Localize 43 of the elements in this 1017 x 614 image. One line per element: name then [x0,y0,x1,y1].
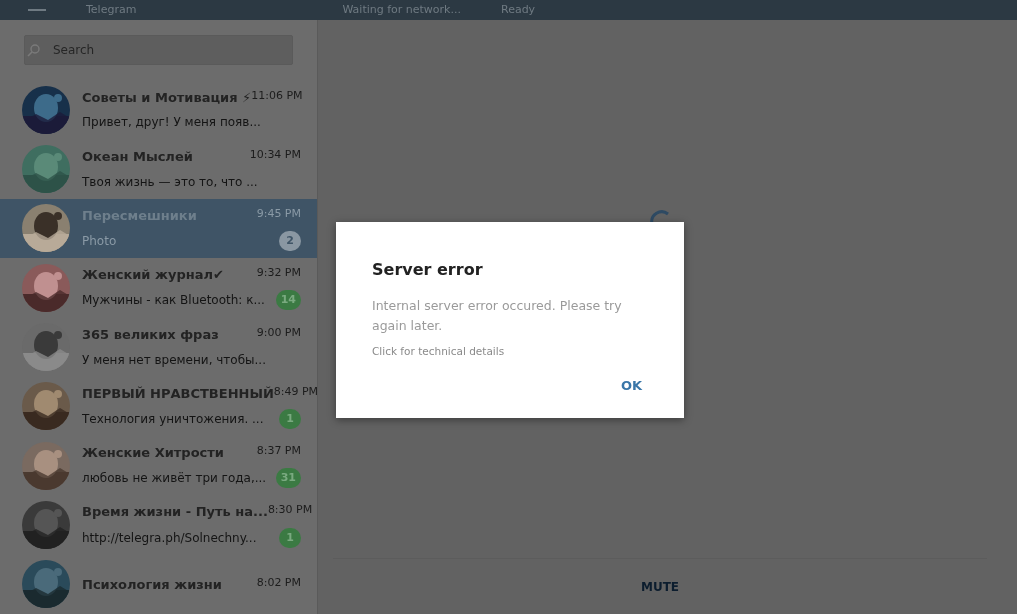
chat-preview: Мужчины - как Bluetooth: к... [82,292,265,310]
chat-name: ПЕРВЫЙ НРАВСТВЕННЫЙ [82,384,274,403]
chat-time: 8:02 PM [256,574,301,591]
chat-time: 8:49 PM [273,383,319,400]
chat-name: Женский журнал✔ [82,265,224,284]
status-text: Ready [501,1,536,18]
mute-button[interactable]: MUTE [634,576,686,597]
chat-item[interactable]: 365 великих фраз 9:00 PM У меня нет времени, чтобы... [0,317,317,377]
chat-item[interactable]: Женские Хитрости 8:37 PM любовь не живёт три года,... 31 [0,435,317,496]
unread-count: 1 [279,409,301,430]
chat-time: 9:00 PM [256,325,301,342]
chat-time: 8:30 PM [267,502,313,519]
chat-item[interactable]: Женский журнал✔ 9:32 PM Мужчины - как Bluetooth: к... 14 [0,258,317,318]
chat-name: Время жизни - Путь на... [82,503,268,522]
chat-name: Женские Хитрости [82,443,224,462]
chat-time: 11:06 PM [251,87,303,104]
chat-name: Советы и Мотивация ⚡ [82,88,252,107]
chat-time: 9:32 PM [256,264,301,281]
chat-time: 10:34 PM [249,147,301,164]
chat-preview: Привет, друг! У меня появ... [82,114,261,132]
ok-button[interactable]: OK [614,372,648,400]
error-message: Internal server error occured. Please try again later. [372,297,623,335]
chat-preview: Технология уничтожения. ... [82,411,264,429]
chat-name: Океан Мыслей [82,148,193,167]
technical-details-link[interactable]: Click for technical details [372,344,505,360]
connection-status: Waiting for network... [342,1,461,18]
unread-count: 31 [275,468,301,489]
app-title: Telegram [86,1,137,18]
unread-count: 1 [279,527,301,548]
unread-count: 2 [279,231,301,252]
chat-name: Психология жизни [82,575,222,594]
chat-preview: любовь не живёт три года,... [82,470,267,488]
chat-item[interactable]: Океан Мыслей 10:34 PM Твоя жизнь — это то, что ... [0,139,317,199]
chat-name: 365 великих фраз [82,326,219,345]
unread-count: 14 [275,290,301,311]
chat-time: 8:37 PM [256,442,301,459]
chat-preview: Photo [82,233,117,251]
chat-preview: У меня нет времени, чтобы... [82,351,266,369]
chat-item[interactable]: Психология жизни 8:02 PM [0,554,317,614]
chat-preview: http://telegra.ph/Solnechny... [82,529,257,547]
dialog-title: Server error [372,259,484,281]
chat-time: 9:45 PM [256,205,301,222]
chat-preview: Твоя жизнь — это то, что ... [82,173,258,191]
